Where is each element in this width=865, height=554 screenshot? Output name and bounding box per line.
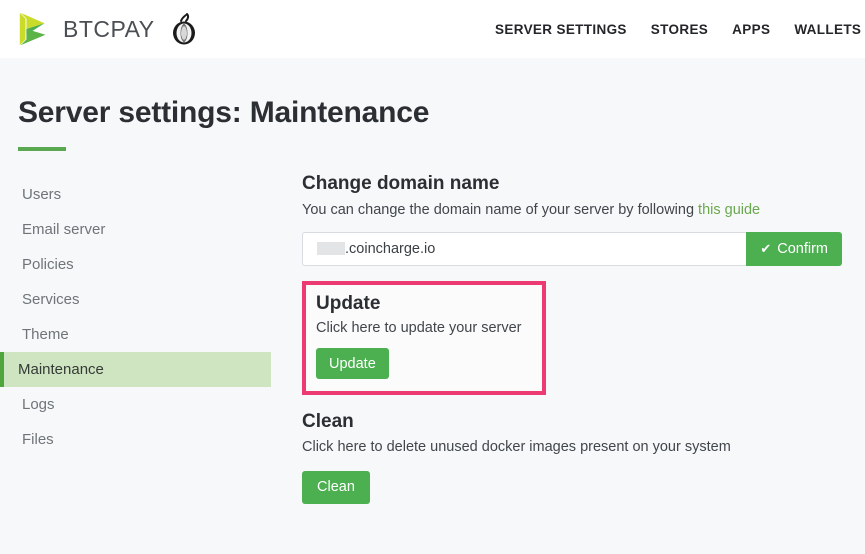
settings-content: Change domain name You can change the do… [271, 173, 865, 504]
page-title: Server settings: Maintenance [18, 96, 430, 129]
nav-stores[interactable]: STORES [651, 22, 708, 37]
clean-section: Clean Click here to delete unused docker… [302, 411, 855, 504]
change-domain-description: You can change the domain name of your s… [302, 201, 855, 221]
update-description: Click here to update your server [316, 319, 522, 336]
sidebar-item-theme[interactable]: Theme [0, 317, 271, 352]
sidebar-item-logs[interactable]: Logs [0, 387, 271, 422]
update-heading: Update [316, 292, 381, 314]
page-columns: Users Email server Policies Services The… [0, 173, 865, 504]
main-navigation: SERVER SETTINGS STORES APPS WALLETS INVO… [495, 0, 865, 58]
sidebar-item-users[interactable]: Users [0, 177, 271, 212]
domain-input-value: .coincharge.io [345, 240, 436, 257]
page-body: Server settings: Maintenance Users Email… [0, 58, 865, 504]
clean-description: Click here to delete unused docker image… [302, 439, 731, 456]
change-domain-heading: Change domain name [302, 173, 500, 194]
this-guide-link[interactable]: this guide [698, 202, 760, 218]
update-section-highlighted: Update Click here to update your server … [302, 280, 546, 396]
change-domain-description-text: You can change the domain name of your s… [302, 202, 699, 218]
clean-heading: Clean [302, 411, 354, 433]
sidebar-item-services[interactable]: Services [0, 282, 271, 317]
tor-onion-icon [172, 13, 195, 45]
confirm-button-label: Confirm [777, 240, 828, 257]
app-header: BTCPAY SERVER SETTINGS STORES APPS WALLE… [0, 0, 865, 58]
confirm-button[interactable]: ✔ Confirm [746, 231, 842, 266]
nav-server-settings[interactable]: SERVER SETTINGS [495, 22, 627, 37]
settings-sidebar: Users Email server Policies Services The… [0, 173, 271, 504]
sidebar-item-policies[interactable]: Policies [0, 247, 271, 282]
check-icon: ✔ [760, 241, 772, 257]
btcpay-logo-icon [19, 12, 46, 46]
redaction-block [317, 242, 345, 256]
clean-button[interactable]: Clean [302, 470, 370, 504]
change-domain-section: Change domain name You can change the do… [302, 173, 855, 266]
nav-wallets[interactable]: WALLETS [794, 22, 861, 37]
domain-input-row: .coincharge.io ✔ Confirm [302, 231, 842, 266]
nav-apps[interactable]: APPS [732, 22, 770, 37]
brand[interactable]: BTCPAY [16, 10, 155, 48]
domain-input[interactable]: .coincharge.io [302, 231, 748, 266]
title-underline-rule [18, 147, 66, 151]
brand-name: BTCPAY [63, 15, 155, 42]
sidebar-item-maintenance[interactable]: Maintenance [0, 352, 271, 387]
sidebar-item-files[interactable]: Files [0, 422, 271, 457]
update-button[interactable]: Update [316, 348, 389, 380]
sidebar-item-email-server[interactable]: Email server [0, 212, 271, 247]
